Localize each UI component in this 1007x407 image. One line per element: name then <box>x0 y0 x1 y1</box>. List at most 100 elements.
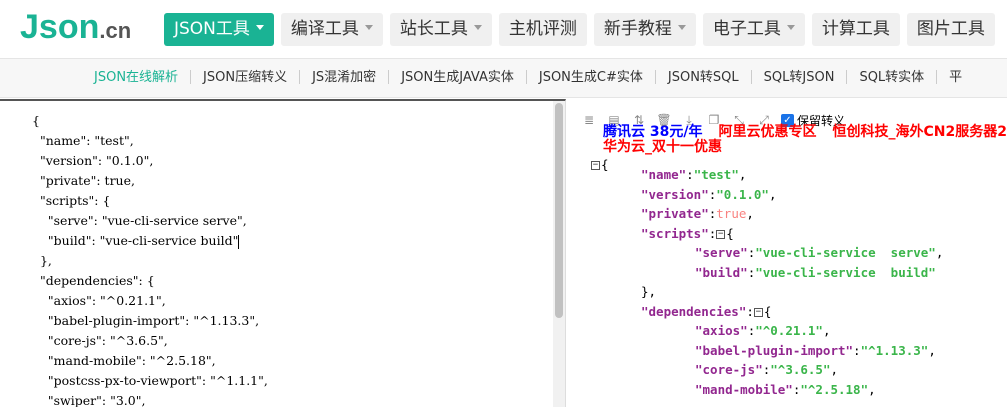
tree-value: "test" <box>693 167 739 182</box>
tree-line: "build":"vue-cli-service build" <box>567 263 943 283</box>
tree-key: "serve" <box>695 245 748 260</box>
tree-line: "core-js":"^3.6.5", <box>567 360 943 380</box>
collapse-toggle-icon[interactable]: − <box>716 229 726 239</box>
code-line: { <box>32 113 40 128</box>
tree-line: "mand-mobile":"^2.5.18", <box>567 380 943 400</box>
code-line: }, <box>32 253 52 268</box>
nav-item-1[interactable]: 编译工具 <box>280 13 383 46</box>
tree-value: "^3.6.5" <box>770 362 831 377</box>
nav-item-2[interactable]: 站长工具 <box>389 13 492 46</box>
logo-main: Json <box>20 8 100 46</box>
ad-row: 华为云_双十一优惠 <box>603 140 1007 155</box>
code-line: "version": "0.1.0", <box>32 153 154 168</box>
text-cursor <box>238 234 240 249</box>
ad-link-1[interactable]: 阿里云优惠专区 <box>718 125 816 140</box>
nav-item-label: 图片工具 <box>916 19 985 39</box>
nav-item-0[interactable]: JSON工具 <box>164 13 274 46</box>
tree-line: "babel-plugin-import":"^1.13.3", <box>567 341 943 361</box>
subnav-item-1[interactable]: JSON压缩转义 <box>191 59 299 97</box>
caret-down-icon <box>677 24 686 30</box>
ad-row: 腾讯云 38元/年 阿里云优惠专区 恒创科技_海外CN2服务器2 <box>603 125 1007 140</box>
nav-item-label: 主机评测 <box>508 19 577 39</box>
ad-link-2[interactable]: 恒创科技_海外CN2服务器2 <box>832 125 1006 140</box>
database-icon[interactable]: ≣ <box>581 112 597 128</box>
subnav-item-7[interactable]: SQL转实体 <box>847 59 936 97</box>
nav-item-label: JSON工具 <box>174 19 250 39</box>
nav-item-5[interactable]: 电子工具 <box>702 13 805 46</box>
tree-key: "version" <box>641 186 709 202</box>
site-logo[interactable]: Json.cn <box>20 8 131 48</box>
tree-key: "build" <box>695 264 748 280</box>
nav-item-7[interactable]: 图片工具 <box>906 13 995 46</box>
tree-value: "vue-cli-service build" <box>755 264 936 280</box>
subnav-item-0[interactable]: JSON在线解析 <box>82 59 190 97</box>
collapse-toggle-icon[interactable]: − <box>753 307 763 317</box>
tree-key: "scripts" <box>641 225 709 241</box>
tree-value: "^1.13.3" <box>860 342 929 358</box>
tree-value: "0.1.0" <box>716 186 769 202</box>
caret-down-icon <box>786 24 795 30</box>
tree-line: "scripts": −{ <box>567 224 943 244</box>
tree-line: "version":"0.1.0", <box>567 185 943 205</box>
subnav-item-8[interactable]: 平 <box>937 59 974 97</box>
tree-comma: , <box>768 186 777 202</box>
tree-close-brace: }, <box>641 284 657 299</box>
top-header: Json.cn JSON工具 编译工具 站长工具 主机评测 新手教程 电子工具 计算工具 图片… <box>0 0 1007 58</box>
tree-open-brace: { <box>726 225 734 241</box>
nav-item-4[interactable]: 新手教程 <box>593 13 696 46</box>
tree-colon: : <box>746 303 754 319</box>
tree-key: "dependencies" <box>641 303 747 319</box>
nav-item-6[interactable]: 计算工具 <box>811 13 900 46</box>
subnav-item-4[interactable]: JSON生成C#实体 <box>527 59 655 97</box>
tree-value: "vue-cli-service serve" <box>755 245 936 260</box>
subnav-item-5[interactable]: JSON转SQL <box>656 59 751 97</box>
nav-item-label: 计算工具 <box>821 19 890 39</box>
tree-comma: , <box>830 362 839 377</box>
json-input-editor[interactable]: { "name": "test", "version": "0.1.0", "p… <box>0 99 566 407</box>
tree-comma: , <box>935 245 944 260</box>
code-line: "postcss-px-to-viewport": "^1.1.1", <box>32 373 268 388</box>
code-line: "name": "test", <box>32 133 134 148</box>
tree-line: "serve":"vue-cli-service serve", <box>567 243 943 263</box>
tree-key: "private" <box>641 206 709 221</box>
tree-line: "private":true, <box>567 204 943 224</box>
tree-key: "name" <box>641 167 687 182</box>
caret-down-icon <box>255 24 264 30</box>
code-line: "axios": "^0.21.1", <box>32 293 166 308</box>
ad-link-3[interactable]: 华为云_双十一优惠 <box>603 140 722 155</box>
tree-colon: : <box>686 167 694 182</box>
ad-link-0[interactable]: 腾讯云 38元/年 <box>603 125 702 140</box>
nav-item-3[interactable]: 主机评测 <box>498 13 587 46</box>
tree-key: "axios" <box>695 323 748 338</box>
tree-line: "axios":"^0.21.1", <box>567 321 943 341</box>
tree-key: "mand-mobile" <box>695 381 793 397</box>
tree-value: "^2.5.18" <box>800 381 869 397</box>
tree-open-brace: { <box>763 303 772 319</box>
nav-item-label: 编译工具 <box>290 19 359 39</box>
code-line: "build": "vue-cli-service build" <box>32 233 240 249</box>
code-line: "babel-plugin-import": "^1.13.3", <box>32 313 260 328</box>
code-line: "dependencies": { <box>32 273 155 288</box>
logo-suffix: .cn <box>99 18 132 43</box>
tree-comma: , <box>746 206 754 221</box>
tree-comma: , <box>738 167 747 182</box>
tree-key: "core-js" <box>695 362 763 377</box>
code-line: "scripts": { <box>32 193 111 208</box>
json-input-code[interactable]: { "name": "test", "version": "0.1.0", "p… <box>32 111 268 407</box>
editor-scrollbar[interactable] <box>553 101 565 407</box>
tree-root: −{ <box>567 155 943 172</box>
tree-colon: : <box>853 342 861 358</box>
nav-item-label: 电子工具 <box>712 19 781 39</box>
sub-nav: JSON在线解析 JSON压缩转义 JS混淆加密 JSON生成JAVA实体 JSON生成… <box>0 58 1007 98</box>
tree-line: "name":"test", <box>567 165 943 185</box>
subnav-item-2[interactable]: JS混淆加密 <box>300 59 388 97</box>
subnav-item-3[interactable]: JSON生成JAVA实体 <box>389 59 526 97</box>
subnav-item-6[interactable]: SQL转JSON <box>752 59 847 97</box>
json-output-viewer: ≣ ▤ ⇅ 🗑 ⤓ ❐ ⤡ ⤢ ✓ 保留转义 腾讯云 38元/年 阿里云优惠专区 恒创科技_海外CN2… <box>567 99 1007 407</box>
tree-comma: , <box>822 323 831 338</box>
tree-line: "dependencies": −{ <box>567 302 943 322</box>
code-line: "serve": "vue-cli-service serve", <box>32 213 247 228</box>
tree-comma: , <box>868 381 876 397</box>
caret-down-icon <box>364 24 373 30</box>
editor-scroll-thumb[interactable] <box>555 103 563 318</box>
